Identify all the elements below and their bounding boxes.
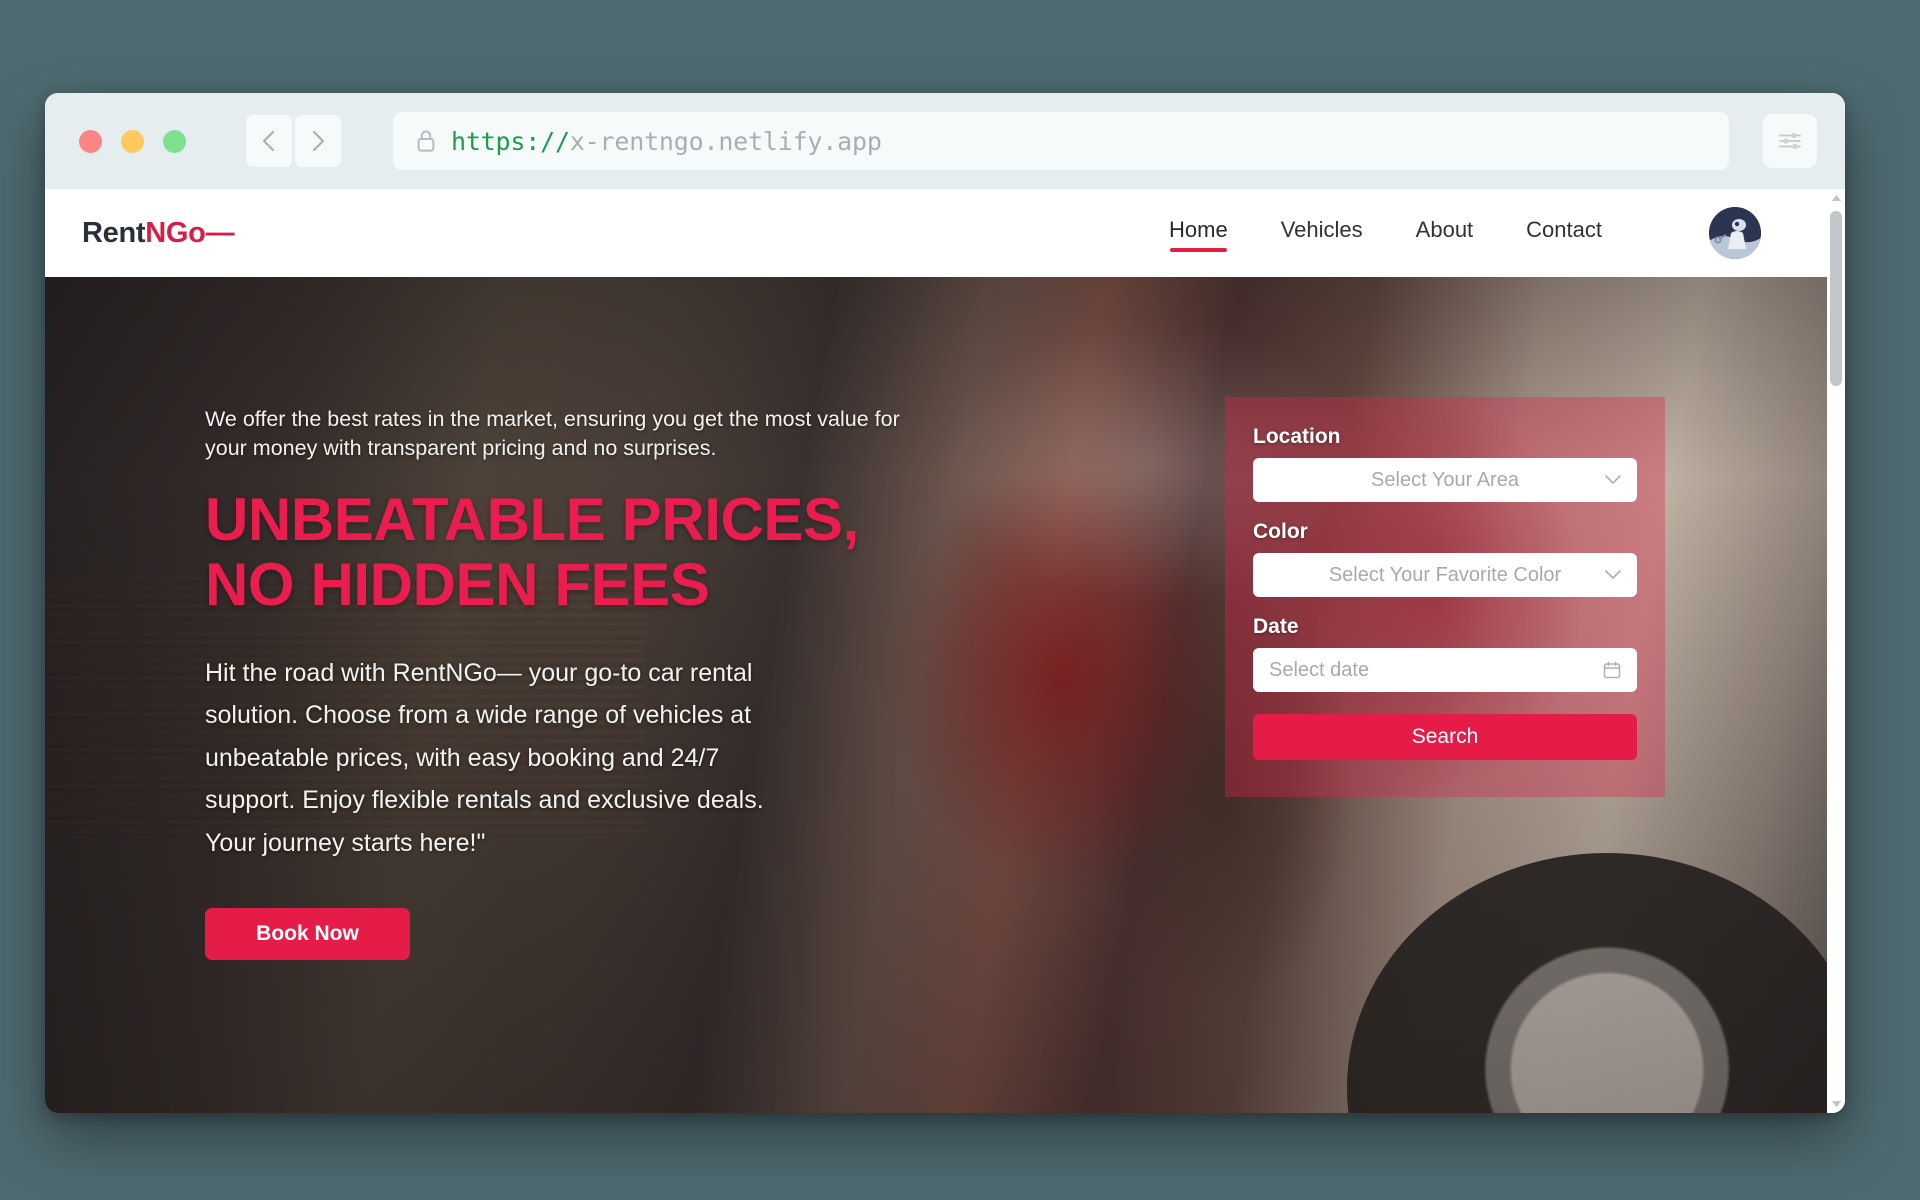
scrollbar-track[interactable]	[1827, 207, 1845, 1095]
forward-button[interactable]	[295, 115, 341, 167]
date-label: Date	[1253, 615, 1299, 638]
color-select[interactable]: Select Your Favorite Color	[1253, 553, 1637, 597]
date-input[interactable]: Select date	[1253, 648, 1637, 692]
nav-item-vehicles[interactable]: Vehicles	[1281, 217, 1363, 250]
window-traffic-lights	[79, 129, 186, 153]
caret-up-icon	[1831, 194, 1841, 201]
book-now-button[interactable]: Book Now	[205, 908, 410, 961]
hero-title: UNBEATABLE PRICES, NO HIDDEN FEES	[205, 486, 859, 618]
lock-icon	[417, 130, 435, 152]
chevron-right-icon	[312, 130, 325, 152]
scroll-down-button[interactable]	[1827, 1095, 1845, 1113]
scrollbar-thumb[interactable]	[1830, 211, 1842, 386]
site-header: RentNGo— Home Vehicles About Contact	[45, 189, 1827, 277]
nav-item-contact[interactable]: Contact	[1526, 217, 1602, 250]
page-viewport: RentNGo— Home Vehicles About Contact We …	[45, 189, 1845, 1113]
address-bar[interactable]: https://x-rentngo.netlify.app	[393, 112, 1729, 170]
hero-body-text: Hit the road with RentNGo— your go-to ca…	[205, 658, 764, 857]
page-scrollbar[interactable]	[1827, 189, 1845, 1113]
sliders-icon	[1779, 132, 1801, 150]
url-text: https://x-rentngo.netlify.app	[451, 127, 882, 156]
avatar-illustration-icon	[1709, 207, 1761, 259]
logo-part-rent: Rent	[82, 216, 146, 249]
location-label: Location	[1253, 425, 1341, 448]
url-scheme: https://	[451, 126, 570, 156]
calendar-icon	[1603, 661, 1621, 679]
url-host: x-rentngo.netlify.app	[569, 126, 882, 156]
date-placeholder: Select date	[1269, 658, 1370, 681]
maximize-window-button[interactable]	[163, 129, 186, 153]
color-label: Color	[1253, 520, 1308, 543]
logo-part-ngo: NGo—	[145, 216, 235, 249]
browser-nav-buttons	[246, 115, 341, 167]
close-window-button[interactable]	[79, 129, 102, 153]
caret-down-icon	[1831, 1101, 1841, 1108]
browser-settings-button[interactable]	[1763, 114, 1817, 168]
avatar[interactable]	[1709, 207, 1761, 259]
browser-window: https://x-rentngo.netlify.app RentNGo— H…	[45, 93, 1845, 1113]
site-logo[interactable]: RentNGo—	[82, 216, 235, 250]
search-button[interactable]: Search	[1253, 714, 1637, 760]
browser-toolbar: https://x-rentngo.netlify.app	[45, 93, 1845, 189]
hero-kicker-text: We offer the best rates in the market, e…	[205, 407, 900, 460]
color-placeholder: Select Your Favorite Color	[1328, 563, 1562, 586]
chevron-down-icon	[1605, 570, 1621, 579]
chevron-down-icon	[1605, 475, 1621, 484]
nav-item-home[interactable]: Home	[1169, 217, 1228, 252]
chevron-left-icon	[262, 130, 275, 152]
booking-form-panel: Location Select Your Area Color Select Y…	[1225, 397, 1665, 797]
back-button[interactable]	[246, 115, 292, 167]
main-navigation: Home Vehicles About Contact	[1169, 207, 1761, 259]
minimize-window-button[interactable]	[121, 129, 144, 153]
nav-item-about[interactable]: About	[1416, 217, 1474, 250]
location-select[interactable]: Select Your Area	[1253, 458, 1637, 502]
location-placeholder: Select Your Area	[1371, 468, 1519, 491]
hero-content: We offer the best rates in the market, e…	[45, 277, 945, 961]
hero-section: We offer the best rates in the market, e…	[45, 277, 1827, 1113]
scroll-up-button[interactable]	[1827, 189, 1845, 207]
desktop-backdrop: https://x-rentngo.netlify.app RentNGo— H…	[0, 0, 1920, 1200]
